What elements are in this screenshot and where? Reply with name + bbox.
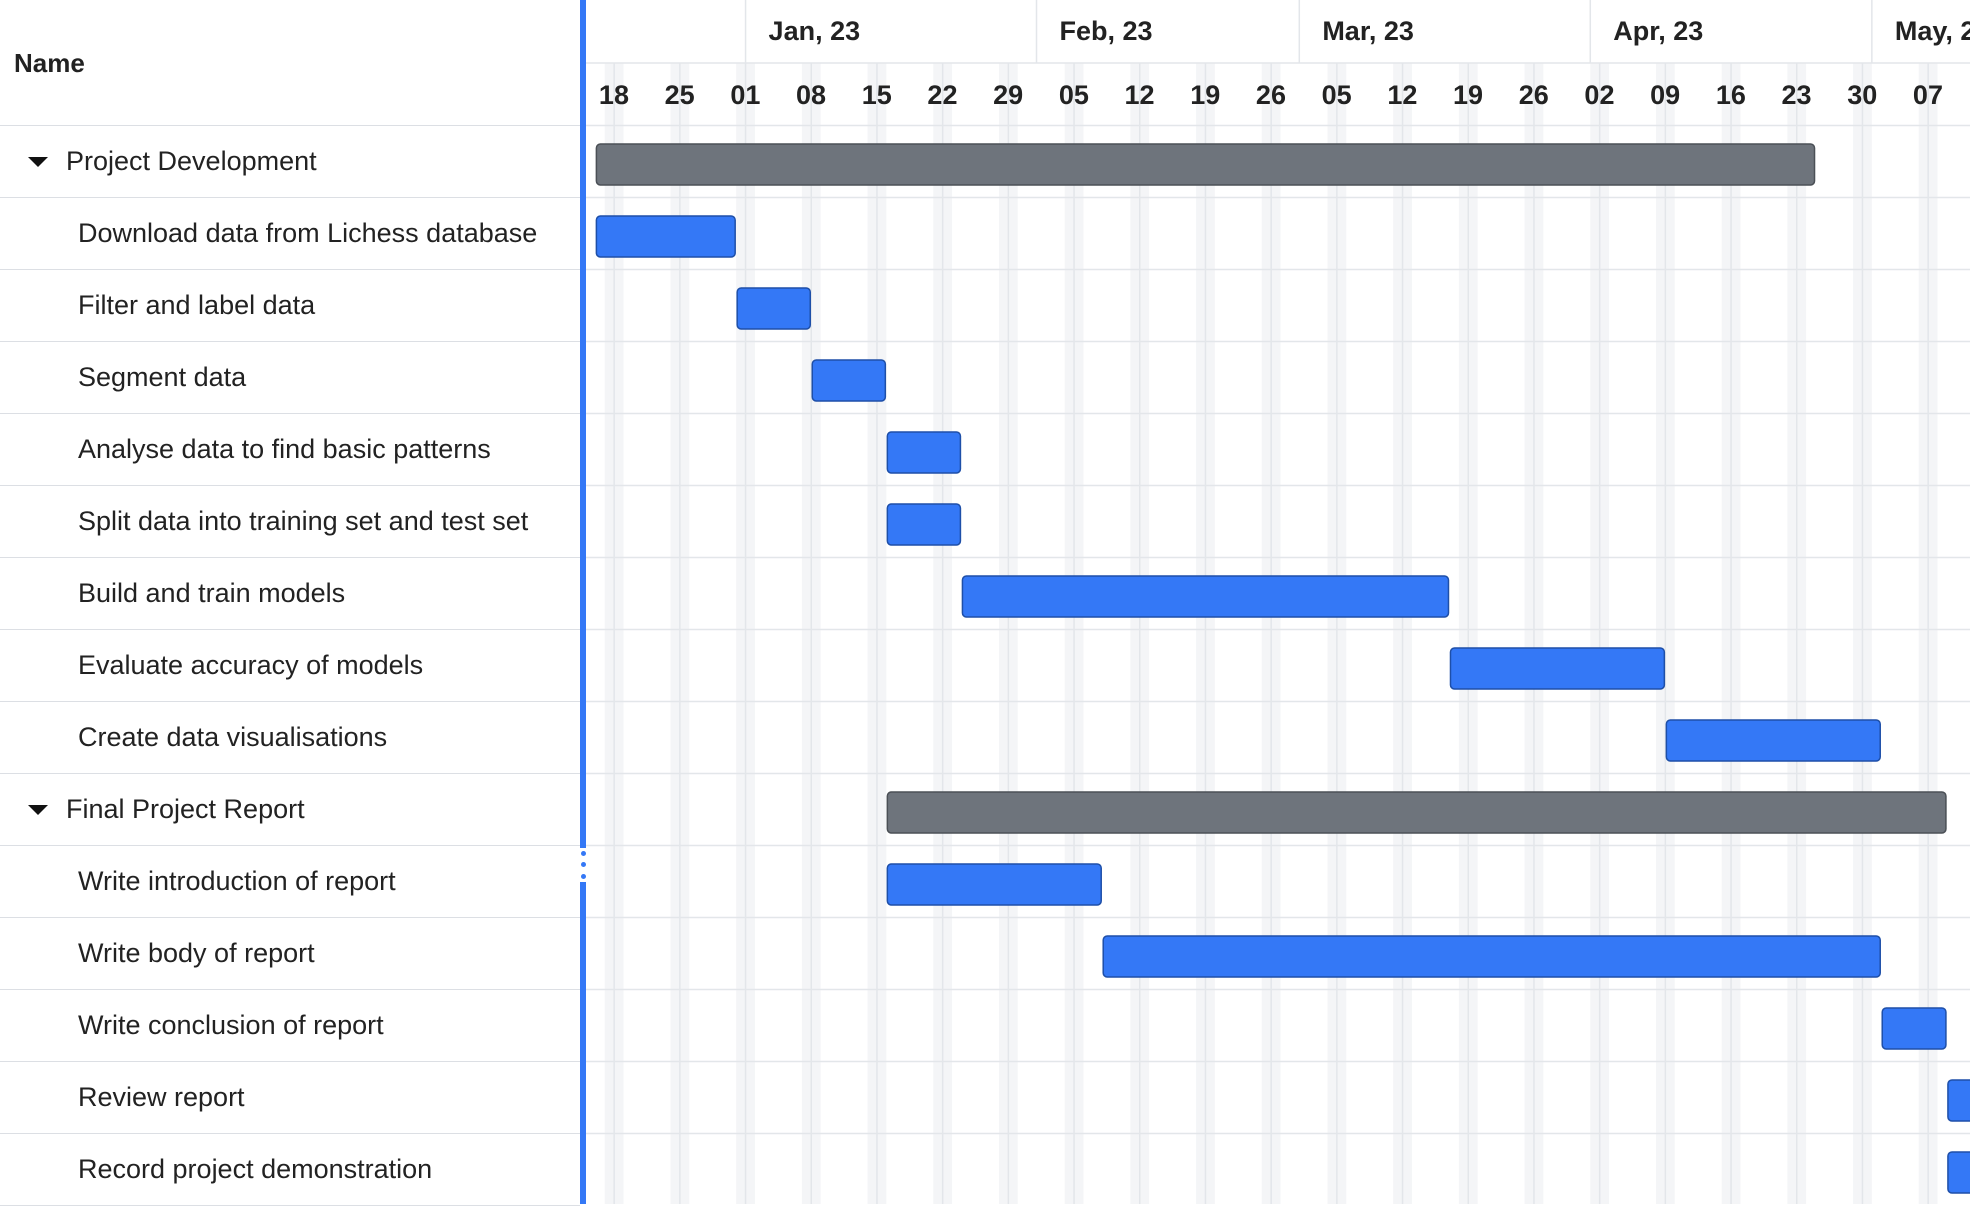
task-bar[interactable] — [886, 431, 962, 474]
task-bar[interactable] — [961, 575, 1450, 618]
task-row[interactable]: Write body of report — [0, 918, 580, 990]
task-bar[interactable] — [1881, 1007, 1947, 1050]
week-label: 19 — [1453, 80, 1483, 110]
task-bar[interactable] — [1449, 647, 1666, 690]
task-bar[interactable] — [1947, 1079, 1970, 1122]
task-name: Write introduction of report — [78, 866, 396, 896]
week-label: 25 — [665, 80, 695, 110]
task-row[interactable]: Record project demonstration — [0, 1134, 580, 1206]
task-row[interactable]: Write introduction of report — [0, 846, 580, 918]
month-label: May, 23 — [1895, 16, 1970, 46]
task-name: Write conclusion of report — [78, 1010, 384, 1040]
week-label: 02 — [1584, 80, 1614, 110]
task-row[interactable]: Segment data — [0, 342, 580, 414]
task-name: Filter and label data — [78, 290, 316, 320]
month-label: Jan, 23 — [769, 16, 861, 46]
task-group-row[interactable]: Final Project Report — [0, 774, 580, 846]
week-label: 16 — [1716, 80, 1746, 110]
week-label: 08 — [796, 80, 826, 110]
week-label: 22 — [927, 80, 957, 110]
task-name: Project Development — [66, 146, 317, 176]
task-name: Evaluate accuracy of models — [78, 650, 424, 680]
week-label: 18 — [599, 80, 629, 110]
task-name: Record project demonstration — [78, 1154, 433, 1184]
task-grid: Name Project Development Download data fr… — [0, 0, 580, 1206]
week-label: 15 — [862, 80, 892, 110]
task-name: Final Project Report — [66, 794, 305, 824]
task-row[interactable]: Filter and label data — [0, 270, 580, 342]
task-name: Split data into training set and test se… — [78, 506, 529, 536]
task-bar[interactable] — [595, 215, 736, 258]
month-label: Mar, 23 — [1322, 16, 1414, 46]
task-row[interactable]: Build and train models — [0, 558, 580, 630]
task-name: Download data from Lichess database — [78, 218, 538, 248]
week-label: 19 — [1190, 80, 1220, 110]
task-row[interactable]: Evaluate accuracy of models — [0, 630, 580, 702]
task-group-row[interactable]: Project Development — [0, 126, 580, 198]
task-bar[interactable] — [1102, 935, 1881, 978]
task-bar[interactable] — [886, 503, 962, 546]
task-name: Build and train models — [78, 578, 346, 608]
week-label: 12 — [1387, 80, 1417, 110]
summary-bar[interactable] — [886, 791, 1947, 834]
task-name: Create data visualisations — [78, 722, 388, 752]
collapse-caret-icon[interactable] — [28, 804, 48, 815]
week-label: 23 — [1782, 80, 1812, 110]
task-row[interactable]: Write conclusion of report — [0, 990, 580, 1062]
gantt-timeline: 18 25 01 08 15 22 29 05 12 19 26 05 12 19 26 02 09 16 23 30… — [586, 0, 1970, 1204]
task-bar[interactable] — [811, 359, 887, 402]
task-row[interactable]: Download data from Lichess database — [0, 198, 580, 270]
week-label: 01 — [730, 80, 760, 110]
week-label: 09 — [1650, 80, 1680, 110]
task-bar[interactable] — [736, 287, 812, 330]
task-row[interactable]: Create data visualisations — [0, 702, 580, 774]
task-name: Review report — [78, 1082, 245, 1112]
month-label: Apr, 23 — [1613, 16, 1703, 46]
task-name: Write body of report — [78, 938, 315, 968]
week-label: 26 — [1519, 80, 1549, 110]
task-row[interactable]: Review report — [0, 1062, 580, 1134]
task-bar[interactable] — [1665, 719, 1881, 762]
task-name: Analyse data to find basic patterns — [78, 434, 491, 464]
task-row[interactable]: Analyse data to find basic patterns — [0, 414, 580, 486]
name-column-label: Name — [14, 48, 85, 78]
week-label: 05 — [1059, 80, 1089, 110]
task-bar[interactable] — [1947, 1151, 1970, 1194]
week-label: 12 — [1125, 80, 1155, 110]
summary-bar[interactable] — [595, 143, 1816, 186]
task-name: Segment data — [78, 362, 247, 392]
gantt-app: Name Project Development Download data fr… — [0, 0, 1970, 1206]
name-column-header[interactable]: Name — [0, 0, 580, 126]
task-bar[interactable] — [886, 863, 1102, 906]
timeline-chart: 18 25 01 08 15 22 29 05 12 19 26 05 12 19 26 02 09 16 23 30… — [586, 0, 1970, 1204]
collapse-caret-icon[interactable] — [28, 156, 48, 167]
month-label: Feb, 23 — [1060, 16, 1153, 46]
week-label: 07 — [1913, 80, 1943, 110]
week-label: 29 — [993, 80, 1023, 110]
week-label: 05 — [1322, 80, 1352, 110]
week-label: 30 — [1847, 80, 1877, 110]
week-label: 26 — [1256, 80, 1286, 110]
task-row[interactable]: Split data into training set and test se… — [0, 486, 580, 558]
